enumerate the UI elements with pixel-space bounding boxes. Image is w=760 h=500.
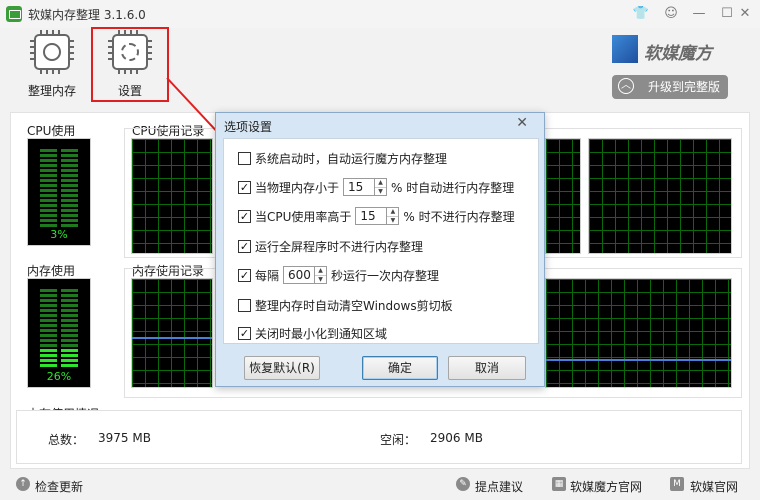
restore-defaults-button[interactable]: 恢复默认(R) [244,356,320,380]
dialog-title: 选项设置 [224,120,273,134]
dialog-body: 系统启动时，自动运行魔方内存整理 ✓ 当物理内存小于 15 ▲ ▼ % 时自动进行… [223,138,539,344]
spin-down-icon[interactable]: ▼ [375,187,387,196]
spin-up-icon[interactable]: ▲ [375,179,386,187]
option-minimize-tray[interactable]: ✓ 关闭时最小化到通知区域 [238,324,387,342]
option-label-suffix: % 时自动进行内存整理 [391,180,515,195]
checkbox-unchecked[interactable] [238,151,251,165]
memory-threshold-input[interactable]: 15 [343,178,376,196]
checkbox-checked[interactable]: ✓ [238,239,251,253]
option-cpu-threshold[interactable]: ✓ 当CPU使用率高于 15 ▲ ▼ % 时不进行内存整理 [238,207,515,225]
cpu-threshold-stepper[interactable]: 15 ▲ ▼ [355,207,400,225]
interval-input[interactable]: 600 [283,266,316,284]
option-interval[interactable]: ✓ 每隔 600 ▲ ▼ 秒运行一次内存整理 [238,266,439,284]
memory-threshold-stepper[interactable]: 15 ▲ ▼ [343,178,388,196]
dialog-close-button[interactable]: ✕ [516,115,528,131]
checkbox-checked[interactable]: ✓ [238,326,251,340]
option-label: 运行全屏程序时不进行内存整理 [255,239,424,254]
option-label-suffix: % 时不进行内存整理 [403,209,515,224]
option-label-suffix: 秒运行一次内存整理 [331,268,440,283]
checkbox-unchecked[interactable] [238,298,251,312]
option-label: 每隔 [255,268,280,283]
ok-button[interactable]: 确定 [362,356,438,380]
option-label: 当CPU使用率高于 [255,209,352,224]
option-label: 关闭时最小化到通知区域 [255,326,388,341]
cpu-threshold-input[interactable]: 15 [355,207,388,225]
option-low-memory[interactable]: ✓ 当物理内存小于 15 ▲ ▼ % 时自动进行内存整理 [238,178,514,196]
cancel-button[interactable]: 取消 [448,356,526,380]
option-label: 整理内存时自动清空Windows剪切板 [255,298,453,313]
options-dialog: 选项设置 ✕ 系统启动时，自动运行魔方内存整理 ✓ 当物理内存小于 15 ▲ ▼ … [215,112,545,387]
checkbox-checked[interactable]: ✓ [238,180,251,194]
spin-down-icon[interactable]: ▼ [315,275,327,284]
option-clear-clipboard[interactable]: 整理内存时自动清空Windows剪切板 [238,296,453,314]
checkbox-checked[interactable]: ✓ [238,209,251,223]
option-autostart[interactable]: 系统启动时，自动运行魔方内存整理 [238,149,447,167]
interval-stepper[interactable]: 600 ▲ ▼ [283,266,328,284]
checkbox-checked[interactable]: ✓ [238,268,251,282]
option-label: 系统启动时，自动运行魔方内存整理 [255,151,448,166]
spin-up-icon[interactable]: ▲ [315,267,326,275]
spin-down-icon[interactable]: ▼ [387,216,399,225]
option-label: 当物理内存小于 [255,180,340,195]
option-fullscreen[interactable]: ✓ 运行全屏程序时不进行内存整理 [238,237,423,255]
spin-up-icon[interactable]: ▲ [387,208,398,216]
